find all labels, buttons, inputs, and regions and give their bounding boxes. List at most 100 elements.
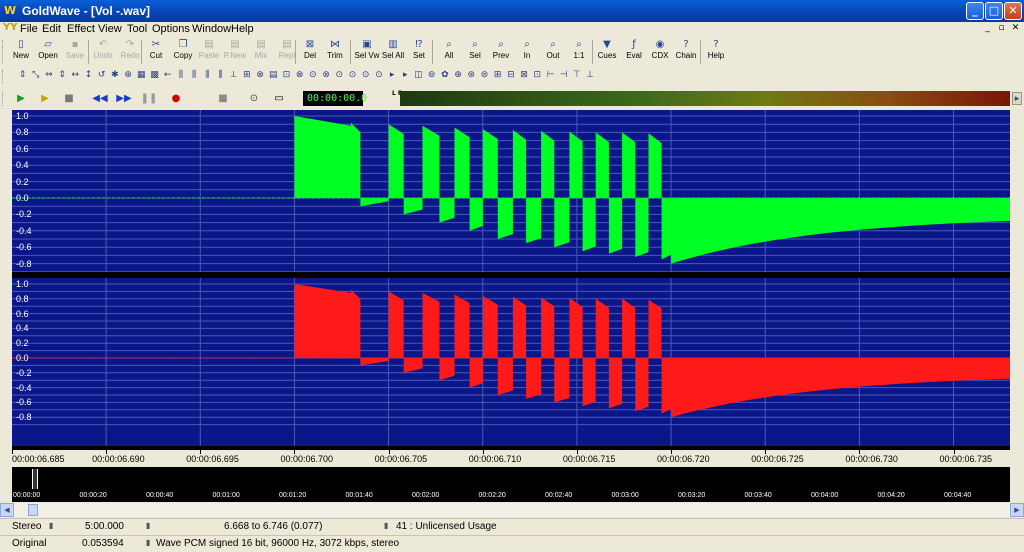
mdi-close-button[interactable]: ✕ [1010, 23, 1021, 34]
overview-ruler[interactable]: 00:00:00 00:00:20 00:00:40 00:01:00 00:01:20… [12, 491, 1010, 502]
time-ruler[interactable]: 00:00:06.685 00:00:06.690 00:00:06.695 00:0… [12, 450, 1010, 467]
effect-2-icon[interactable]: ⤡ [29, 69, 42, 82]
effect-14-icon[interactable]: ⫼ [188, 69, 201, 82]
transport-toolbar-grip[interactable] [2, 91, 5, 106]
device-controls-icon[interactable]: ⊙ [245, 92, 263, 106]
effect-44-icon[interactable]: ⊥ [584, 69, 597, 82]
effect-25-icon[interactable]: ⊙ [333, 69, 346, 82]
effect-42-icon[interactable]: ⊣ [557, 69, 570, 82]
effect-36-icon[interactable]: ⊜ [478, 69, 491, 82]
overview-waveform[interactable] [12, 467, 1010, 491]
scroll-left-icon[interactable]: ◀ [0, 503, 14, 517]
menu-file[interactable]: File [20, 22, 38, 36]
effect-37-icon[interactable]: ⊞ [491, 69, 504, 82]
trim-icon: ⋈ [330, 39, 340, 50]
mdi-restore-button[interactable]: ▫ [996, 23, 1007, 34]
effect-1-icon[interactable]: ⇕ [16, 69, 29, 82]
effect-35-icon[interactable]: ⊛ [465, 69, 478, 82]
horizontal-scrollbar[interactable]: ◀ ▶ [0, 503, 1024, 517]
menu-window[interactable]: Window [192, 22, 231, 36]
effect-4-icon[interactable]: ⇕ [56, 69, 69, 82]
overview-ruler-label: 00:00:20 [79, 492, 107, 499]
stop-record-icon[interactable]: ■ [214, 92, 232, 106]
effect-16-icon[interactable]: ⫼ [214, 69, 227, 82]
effect-29-icon[interactable]: ▸ [386, 69, 399, 82]
save-icon: ▪ [71, 39, 79, 50]
menu-view[interactable]: View [98, 22, 122, 36]
effect-23-icon[interactable]: ⊙ [306, 69, 319, 82]
rewind-icon[interactable]: ◀◀ [89, 92, 111, 106]
effect-27-icon[interactable]: ⊙ [359, 69, 372, 82]
effect-38-icon[interactable]: ⊟ [504, 69, 517, 82]
play-selection-icon[interactable]: ▶ [36, 92, 54, 106]
effect-41-icon[interactable]: ⊢ [544, 69, 557, 82]
effect-21-icon[interactable]: ⊡ [280, 69, 293, 82]
effect-15-icon[interactable]: ⫼ [201, 69, 214, 82]
effect-39-icon[interactable]: ⊠ [518, 69, 531, 82]
chain-button[interactable]: ? Chain [673, 38, 699, 64]
overview-selection[interactable] [32, 469, 38, 489]
waveform-display[interactable]: 1.0 0.8 0.6 0.4 0.2 0.0 -0.2 -0.4 -0.6 -0.8 1.0 0.8… [12, 110, 1010, 450]
menu-options[interactable]: Options [152, 22, 190, 36]
pause-icon[interactable]: ❚❚ [138, 92, 160, 106]
effect-12-icon[interactable]: ← [161, 69, 174, 82]
effect-30-icon[interactable]: ▸ [399, 69, 412, 82]
effect-32-icon[interactable]: ⊚ [425, 69, 438, 82]
effect-22-icon[interactable]: ⊗ [293, 69, 306, 82]
effect-43-icon[interactable]: ⊤ [570, 69, 583, 82]
y-axis-label: -0.6 [16, 397, 32, 408]
zoom-in-icon: ⌕ [524, 39, 530, 50]
zoom-selection-icon: ⌕ [472, 39, 478, 50]
effect-7-icon[interactable]: ↺ [95, 69, 108, 82]
stop-icon[interactable]: ■ [60, 92, 78, 106]
record-icon[interactable]: ● [167, 92, 185, 106]
effect-11-icon[interactable]: ▩ [148, 69, 161, 82]
effect-6-icon[interactable]: ↕ [82, 69, 95, 82]
effect-3-icon[interactable]: ⇔ [42, 69, 55, 82]
document-icon[interactable]: YY [3, 22, 17, 33]
effect-19-icon[interactable]: ⊗ [254, 69, 267, 82]
effect-13-icon[interactable]: ⫼ [174, 69, 187, 82]
waveform-chart[interactable] [12, 110, 1010, 450]
trim-button[interactable]: ⋈ Trim [322, 38, 348, 64]
play-icon[interactable]: ▶ [12, 92, 30, 106]
effect-24-icon[interactable]: ⊗ [320, 69, 333, 82]
effect-31-icon[interactable]: ◫ [412, 69, 425, 82]
menu-help[interactable]: Help [231, 22, 254, 36]
effect-34-icon[interactable]: ⊕ [452, 69, 465, 82]
menu-tool[interactable]: Tool [127, 22, 147, 36]
scroll-right-icon[interactable]: ▶ [1010, 503, 1024, 517]
help-button[interactable]: ? Help [703, 38, 729, 64]
1-1-button[interactable]: ⌕ 1:1 [566, 38, 592, 64]
effect-5-icon[interactable]: ↔ [69, 69, 82, 82]
mdi-minimize-button[interactable]: _ [982, 23, 993, 34]
effect-17-icon[interactable]: ⟂ [227, 69, 240, 82]
goldwave-icon[interactable]: W [4, 4, 18, 18]
minimize-button[interactable]: _ [966, 2, 984, 20]
set-button[interactable]: ⁉ Set [406, 38, 432, 64]
toolbar-separator [432, 40, 433, 64]
menu-effect[interactable]: Effect [67, 22, 95, 36]
effects-toolbar-grip[interactable] [2, 70, 5, 84]
status-selection: 6.668 to 6.746 (0.077) [224, 521, 323, 532]
effect-18-icon[interactable]: ⊞ [240, 69, 253, 82]
meter-scroll-icon[interactable]: ▸ [1012, 92, 1022, 105]
close-button[interactable]: ✕ [1004, 2, 1022, 20]
effect-33-icon[interactable]: ✿ [438, 69, 451, 82]
effect-40-icon[interactable]: ⊡ [531, 69, 544, 82]
scroll-thumb[interactable] [28, 504, 38, 516]
menu-edit[interactable]: Edit [42, 22, 61, 36]
display-icon[interactable]: ▭ [270, 92, 288, 106]
y-axis-label: 0.2 [16, 338, 29, 349]
effect-8-icon[interactable]: ✱ [108, 69, 121, 82]
effect-10-icon[interactable]: ▦ [135, 69, 148, 82]
effect-9-icon[interactable]: ⊕ [122, 69, 135, 82]
ruler-label: 00:00:06.725 [751, 454, 804, 464]
save-button[interactable]: ▪ Save [62, 38, 88, 64]
effect-26-icon[interactable]: ⊙ [346, 69, 359, 82]
fast-forward-icon[interactable]: ▶▶ [113, 92, 135, 106]
maximize-button[interactable]: □ [985, 2, 1003, 20]
effect-20-icon[interactable]: ▤ [267, 69, 280, 82]
select-all-icon: ▥ [388, 39, 398, 50]
effect-28-icon[interactable]: ⊙ [372, 69, 385, 82]
